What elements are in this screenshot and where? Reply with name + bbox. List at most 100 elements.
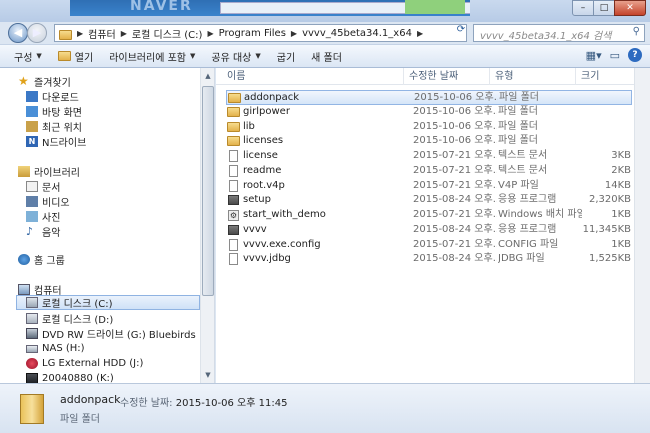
folder-icon-glyph (227, 136, 240, 147)
file-row[interactable]: girlpower 2015-10-06 오후... 파일 폴더 (226, 105, 632, 120)
file-row[interactable]: setup 2015-08-24 오후... 응용 프로그램 2,320KB (226, 193, 632, 208)
open-button[interactable]: 열기 (50, 46, 101, 66)
file-list-scrollbar[interactable] (634, 68, 650, 383)
file-name: start_with_demo (243, 209, 326, 220)
include-in-library-button[interactable]: 라이브러리에 포함 ▼ (101, 46, 203, 66)
search-input[interactable]: vvvv_45beta34.1_x64 검색 ⚲ (473, 24, 645, 42)
nav-libraries[interactable]: 라이브러리 (18, 164, 80, 179)
nav-item-recent-places[interactable]: 최근 위치 (26, 119, 82, 134)
file-name: readme (243, 164, 282, 176)
nav-item-downloads[interactable]: 다운로드 (26, 89, 79, 104)
maximize-button[interactable]: □ (593, 0, 615, 16)
nav-item-external-hdd[interactable]: LG External HDD (J:) (26, 356, 143, 371)
nav-favorites-label: 즐겨찾기 (34, 78, 71, 89)
nav-drive-k-label: 20040880 (K:) (42, 373, 114, 383)
nav-item-desktop[interactable]: 바탕 화면 (26, 104, 82, 119)
breadcrumb-local-disk-c[interactable]: 로컬 디스크 (C:) (129, 26, 206, 41)
file-name: licenses (243, 135, 284, 147)
new-folder-button[interactable]: 새 폴더 (303, 46, 350, 66)
scroll-down-arrow-icon[interactable]: ▼ (202, 368, 214, 382)
file-type: 텍스트 문서 (498, 164, 548, 176)
breadcrumb-vvvv[interactable]: vvvv_45beta34.1_x64 (299, 28, 415, 39)
preview-pane-icon[interactable]: ▭ (610, 49, 620, 62)
address-bar[interactable]: ▶ 컴퓨터 ▶ 로컬 디스크 (C:) ▶ Program Files ▶ vv… (54, 24, 467, 42)
folder-icon (59, 30, 72, 40)
breadcrumb-program-files[interactable]: Program Files (216, 28, 289, 39)
file-date-modified: 2015-08-24 오후... (413, 253, 497, 265)
view-options-icon[interactable]: ▦▾ (586, 49, 602, 62)
file-row[interactable]: license 2015-07-21 오후... 텍스트 문서 3KB (226, 149, 632, 164)
search-icon[interactable]: ⚲ (633, 26, 640, 37)
open-label: 열기 (74, 52, 94, 64)
text-file-icon (227, 149, 240, 164)
navigation-scrollbar[interactable]: ▲ ▼ (200, 68, 214, 383)
desktop-icon (26, 106, 38, 117)
nav-item-drive-k[interactable]: 20040880 (K:) (26, 371, 114, 383)
pictures-icon (26, 211, 38, 222)
file-date-modified: 2015-07-21 오후... (413, 164, 497, 176)
chevron-right-icon: ▶ (290, 28, 298, 38)
nav-item-nas[interactable]: NAS (H:) (26, 341, 85, 356)
file-row[interactable]: vvvv 2015-08-24 오후... 응용 프로그램 11,345KB (226, 223, 632, 238)
batch-file-icon-glyph: ⚙ (228, 210, 239, 221)
recent-places-icon (26, 121, 38, 132)
file-icon (227, 238, 240, 253)
nav-item-videos[interactable]: 비디오 (26, 194, 70, 209)
nav-item-local-disk-c[interactable]: 로컬 디스크 (C:) (16, 295, 200, 310)
nav-item-pictures[interactable]: 사진 (26, 209, 60, 224)
file-row[interactable]: root.v4p 2015-07-21 오후... V4P 파일 14KB (226, 179, 632, 194)
app-icon (227, 193, 240, 208)
file-icon-glyph (229, 238, 238, 251)
file-size: 2,320KB (588, 194, 631, 206)
file-type: 파일 폴더 (498, 105, 538, 117)
scrollbar-thumb[interactable] (202, 86, 214, 296)
details-item-type: 파일 폴더 (60, 414, 100, 425)
help-icon[interactable]: ? (628, 48, 642, 62)
organize-button[interactable]: 구성 ▼ (6, 46, 50, 66)
file-size: 11,345KB (582, 223, 631, 235)
nav-item-documents[interactable]: 문서 (26, 179, 60, 194)
nav-item-music[interactable]: ♪ 음악 (26, 224, 60, 239)
folder-open-icon (57, 51, 71, 61)
nav-favorites[interactable]: ★ 즐겨찾기 (18, 74, 71, 89)
file-size: 3KB (611, 150, 631, 161)
column-header-type[interactable]: 유형 (490, 68, 576, 85)
file-row[interactable]: licenses 2015-10-06 오후... 파일 폴더 (226, 134, 632, 149)
minimize-button[interactable]: – (572, 0, 594, 16)
folder-icon-glyph (228, 93, 241, 103)
forward-button[interactable]: ▶ (27, 23, 47, 43)
file-row[interactable]: vvvv.jdbg 2015-08-24 오후... JDBG 파일 1,525KB (226, 252, 632, 267)
nav-dvd-label: DVD RW 드라이브 (G:) Bluebirds (42, 330, 196, 341)
refresh-icon[interactable]: ⟳ (455, 22, 467, 38)
file-row[interactable]: lib 2015-10-06 오후... 파일 폴더 (226, 120, 632, 135)
column-header-date-modified[interactable]: 수정한 날짜 (404, 68, 490, 85)
nav-item-local-disk-d[interactable]: 로컬 디스크 (D:) (26, 311, 113, 326)
dropdown-arrow-icon: ▼ (36, 52, 42, 60)
back-button[interactable]: ◀ (8, 23, 28, 43)
close-button[interactable]: ✕ (614, 0, 646, 16)
scroll-up-arrow-icon[interactable]: ▲ (202, 69, 214, 83)
nav-libraries-label: 라이브러리 (34, 168, 80, 179)
file-type: 텍스트 문서 (498, 150, 548, 161)
column-header-name[interactable]: 이름 (222, 68, 404, 85)
file-row[interactable]: addonpack 2015-10-06 오후... 파일 폴더 (226, 90, 632, 105)
burn-button[interactable]: 굽기 (269, 46, 303, 66)
star-icon: ★ (18, 74, 29, 88)
chevron-right-icon: ▶ (120, 28, 127, 38)
chevron-right-icon: ▶ (77, 28, 84, 38)
column-header-size[interactable]: 크기 (576, 68, 634, 85)
file-row[interactable]: readme 2015-07-21 오후... 텍스트 문서 2KB (226, 164, 632, 179)
title-bar: NAVER – □ ✕ (0, 0, 650, 22)
column-header-row: 이름 수정한 날짜 유형 크기 (216, 68, 634, 85)
nav-item-dvd-drive[interactable]: DVD RW 드라이브 (G:) Bluebirds (26, 326, 196, 341)
file-row[interactable]: ⚙ start_with_demo 2015-07-21 오후... Windows … (226, 208, 632, 223)
share-with-button[interactable]: 공유 대상 ▼ (203, 46, 268, 66)
nav-disk-d-label: 로컬 디스크 (D:) (42, 315, 114, 326)
nav-item-ndrive[interactable]: N N드라이브 (26, 134, 86, 149)
file-name: girlpower (243, 105, 290, 117)
file-date-modified: 2015-08-24 오후... (413, 194, 497, 206)
ndrive-icon: N (26, 136, 38, 147)
nav-homegroup[interactable]: 홈 그룹 (18, 252, 65, 267)
file-row[interactable]: vvvv.exe.config 2015-07-21 오후... CONFIG 파일… (226, 238, 632, 253)
breadcrumb-computer[interactable]: 컴퓨터 (85, 26, 119, 41)
